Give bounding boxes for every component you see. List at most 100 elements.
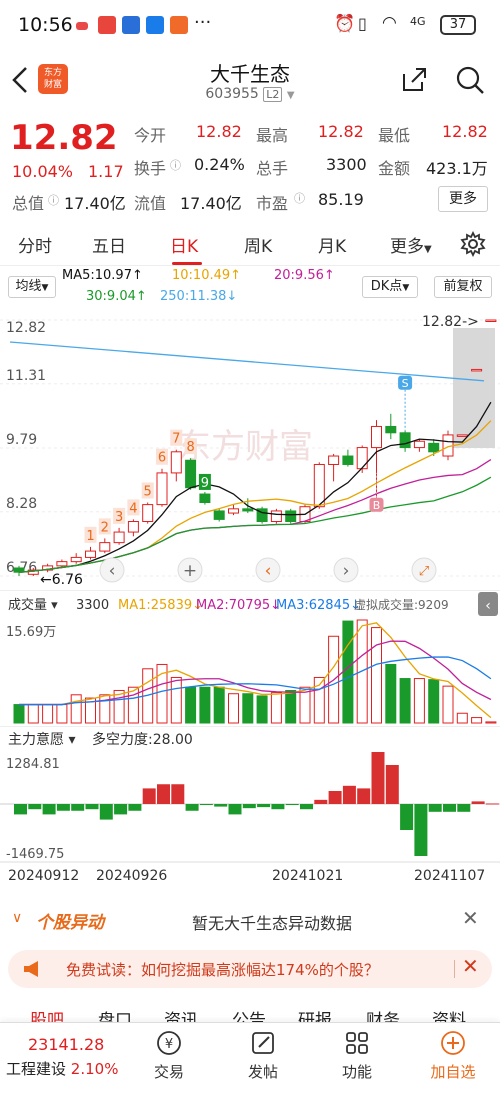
sentiment-bar <box>85 804 99 810</box>
sentiment-bar <box>485 803 499 805</box>
sentiment-bar <box>142 788 156 804</box>
float-label: 流值 <box>134 194 167 213</box>
indicator-label: 主力意愿 ▾ <box>8 731 75 748</box>
close-icon[interactable]: ✕ <box>462 954 479 978</box>
more-button[interactable]: 更多 <box>438 186 488 212</box>
pe-label: 市盈 <box>256 194 289 213</box>
trade-button[interactable]: ¥ 交易 <box>134 1029 204 1082</box>
volume-bar <box>413 678 425 724</box>
candle-body <box>213 510 225 520</box>
settings-icon[interactable] <box>460 231 486 257</box>
volume-chart[interactable]: 成交量 ▾ 3300 MA1:25839↓MA2:70795↓MA3:62845↓虚… <box>0 590 500 726</box>
kline-chart[interactable]: 东方财富12.8211.319.798.286.7612.82->1234567… <box>0 308 500 590</box>
share-icon[interactable] <box>400 66 428 94</box>
sentiment-chart[interactable]: 主力意愿 ▾ 多空力度:28.00 1284.81 -1469.75 20240912 2… <box>0 726 500 886</box>
app-icon <box>170 16 188 34</box>
sector-change: 2.10% <box>70 1060 119 1078</box>
last-price-label: 12.82-> <box>422 314 479 330</box>
dk-label: DK点 <box>370 279 403 294</box>
network-label: 4G <box>410 15 426 28</box>
info-icon[interactable]: ⓘ <box>48 192 59 208</box>
promo-banner[interactable]: 免费试读：如何挖掘最高涨幅达174%的个股？ ✕ <box>8 950 492 988</box>
volume-bar <box>256 695 268 724</box>
candle-body <box>471 368 483 372</box>
sentiment-bar <box>457 804 471 812</box>
sentiment-bar <box>342 785 356 804</box>
candle-body <box>185 459 197 489</box>
low-value: 12.82 <box>442 122 488 141</box>
sequence-number: 6 <box>158 451 166 466</box>
open-label: 今开 <box>134 126 167 145</box>
news-icon <box>122 16 140 34</box>
chevron-right-icon: › <box>343 561 350 581</box>
post-button[interactable]: 发帖 <box>228 1029 298 1082</box>
sentiment-bar <box>357 788 371 804</box>
volume-bar <box>442 685 454 724</box>
sentiment-bar <box>171 784 185 804</box>
adjust-selector[interactable]: 前复权 <box>434 276 492 298</box>
ma5-value: MA5:10.97 <box>62 268 132 283</box>
volume-bar <box>199 686 211 724</box>
candle-body <box>328 455 340 465</box>
candle-body <box>385 425 397 434</box>
dropdown-icon: ▼ <box>424 244 432 255</box>
info-icon[interactable]: ⓘ <box>294 190 305 206</box>
functions-button[interactable]: 功能 <box>322 1029 392 1082</box>
volume-bar <box>56 704 68 724</box>
sector-index-value: 23141.28 <box>28 1035 105 1054</box>
sentiment-bar <box>56 804 70 811</box>
sequence-number: 1 <box>86 529 94 544</box>
tab-more[interactable]: 更多▼ <box>390 232 432 257</box>
period-tabs: 分时 五日 日K 周K 月K 更多▼ <box>0 222 500 266</box>
promo-text: 免费试读：如何挖掘最高涨幅达174%的个股？ <box>66 961 379 979</box>
add-watchlist-button[interactable]: 加自选 <box>418 1029 488 1082</box>
sector-index-row: 工程建设 2.10% <box>6 1058 136 1079</box>
app-notification-icon <box>76 22 88 30</box>
level-badge[interactable]: L2 <box>263 87 283 102</box>
tab-daily-k[interactable]: 日K <box>170 232 198 257</box>
sentiment-bar <box>400 804 414 830</box>
sentiment-bar <box>385 765 399 804</box>
volume-bar <box>342 620 354 724</box>
dropdown-icon: ▼ <box>41 283 49 293</box>
status-bar: 10:56 ··· ⏰ ▯ ◠ 4G 37 <box>0 0 500 50</box>
sequence-number: 5 <box>144 484 152 499</box>
tab-timeshare[interactable]: 分时 <box>18 232 52 257</box>
tab-five-day[interactable]: 五日 <box>92 232 126 257</box>
chevron-down-icon[interactable]: ▼ <box>287 90 295 101</box>
volume-bar <box>371 627 382 724</box>
add-circle-icon <box>441 1031 465 1055</box>
chevron-down-icon[interactable]: ∨ <box>12 910 22 926</box>
dk-point-selector[interactable]: DK点▼ <box>362 276 418 298</box>
volume-ma1: MA1:25839↓ <box>118 598 203 613</box>
volume-bar <box>42 704 54 724</box>
candle-body <box>456 434 468 437</box>
sector-index[interactable]: 23141.28 工程建设 2.10% <box>6 1035 136 1079</box>
sentiment-bar <box>214 804 228 807</box>
amount-label: 金额 <box>378 159 411 178</box>
candle-body <box>485 319 497 322</box>
tab-monthly-k[interactable]: 月K <box>318 232 346 257</box>
sequence-number: 4 <box>129 501 137 516</box>
mcap-value: 17.40亿 <box>64 194 126 213</box>
alert-title: 个股异动 <box>36 913 104 933</box>
candle-body <box>413 440 425 449</box>
active-tab-indicator <box>172 262 202 265</box>
sentiment-bar <box>285 804 299 806</box>
volume-bar <box>127 686 139 724</box>
volume-bar <box>213 686 225 724</box>
close-icon[interactable]: ✕ <box>462 906 479 930</box>
virtual-volume: 虚拟成交量:9209 <box>354 597 449 612</box>
ma10-value: 10:10.49 <box>172 268 231 283</box>
search-icon[interactable] <box>454 64 486 96</box>
volume-bar <box>285 689 297 724</box>
content-tabs: 股吧 盘口 资讯 公告 研报 财务 资料 <box>0 1004 500 1024</box>
divider <box>454 960 455 978</box>
info-icon[interactable]: ⓘ <box>170 157 181 173</box>
candle-body <box>342 455 354 465</box>
candle-body <box>170 451 182 474</box>
volume-ma2: MA2:70795↓ <box>196 598 281 613</box>
more-notifications-icon: ··· <box>194 12 212 33</box>
ma-selector[interactable]: 均线▼ <box>8 276 56 298</box>
tab-weekly-k[interactable]: 周K <box>244 232 272 257</box>
